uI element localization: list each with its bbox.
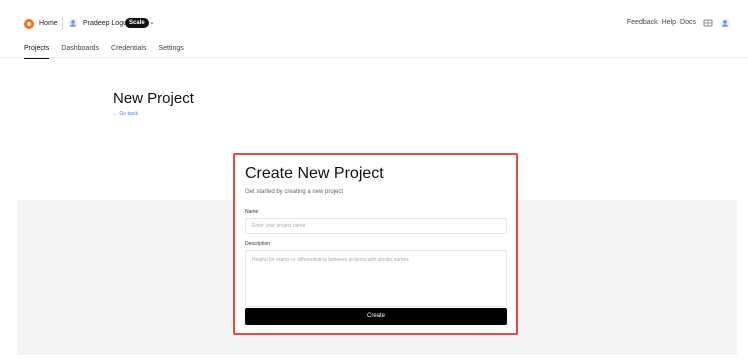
avatar-icon[interactable] <box>720 18 730 28</box>
breadcrumb-separator <box>62 17 63 30</box>
tabs-divider <box>0 57 748 58</box>
create-button[interactable]: Create <box>245 308 507 325</box>
header-right-nav: Feedback Help Docs <box>627 17 730 29</box>
page-title: New Project <box>113 90 194 107</box>
create-project-card: Create New Project Get started by creati… <box>233 153 518 335</box>
name-label: Name <box>245 209 259 215</box>
grid-icon[interactable] <box>703 18 713 28</box>
help-link[interactable]: Help <box>662 17 676 29</box>
docs-link[interactable]: Docs <box>680 17 696 29</box>
project-description-input[interactable] <box>245 250 507 307</box>
user-avatar-icon <box>68 18 78 28</box>
user-name[interactable]: Pradeep Logu <box>83 19 127 29</box>
home-link[interactable]: Home <box>39 19 58 29</box>
chevron-down-icon[interactable]: ⌄ <box>149 18 155 28</box>
plan-badge: Scale <box>125 18 149 28</box>
home-logo-icon[interactable] <box>24 19 34 29</box>
form-subtitle: Get started by creating a new project <box>245 189 344 195</box>
project-name-input[interactable] <box>245 218 507 234</box>
top-bar: Home Pradeep Logu Scale ⌄ Feedback Help … <box>0 0 748 36</box>
form-title: Create New Project <box>245 165 384 182</box>
feedback-link[interactable]: Feedback <box>627 17 658 29</box>
description-label: Description <box>245 241 271 247</box>
go-back-link[interactable]: ← Go back <box>113 111 138 118</box>
